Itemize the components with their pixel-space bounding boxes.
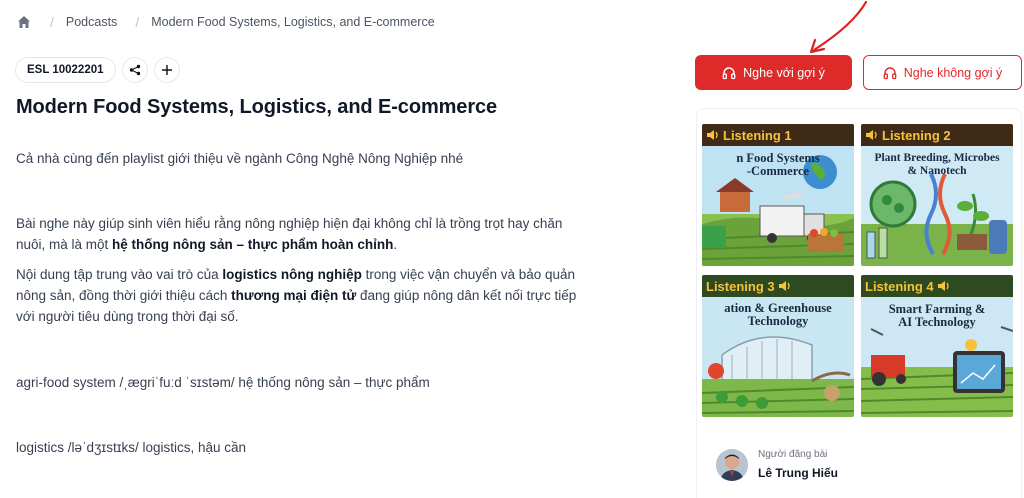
intro-text: Cả nhà cùng đến playlist giới thiệu về n…	[16, 151, 464, 166]
home-icon[interactable]	[16, 14, 32, 30]
breadcrumb-separator: /	[50, 14, 54, 30]
thumbnail-headline: Smart Farming & AI Technology	[888, 302, 986, 329]
plus-icon	[161, 65, 172, 75]
speaker-icon	[937, 281, 949, 291]
playlist-thumbnail-4[interactable]: Listening 4 Smart Farming & AI Technolog…	[861, 275, 1013, 417]
speaker-icon	[707, 130, 718, 140]
thumbnail-headline: n Food Systems -Commerce	[736, 151, 820, 178]
headphones-icon	[722, 66, 736, 79]
author-name[interactable]: Lê Trung Hiếu	[758, 464, 838, 482]
add-button[interactable]	[153, 57, 180, 83]
speaker-icon	[866, 130, 877, 140]
breadcrumb-current: Modern Food Systems, Logistics, and E-co…	[151, 15, 435, 29]
listen-without-hints-label: Nghe không gợi ý	[903, 65, 1003, 80]
annotation-arrow	[809, 0, 868, 54]
vocab-item: agri-food system /ˌæɡriˈfuːd ˈsɪstəm/ hệ…	[16, 375, 430, 390]
playlist-thumbnail-2[interactable]: Listening 2 Plant Breeding, Microbes & N…	[861, 124, 1013, 266]
paragraph-1: Bài nghe này giúp sinh viên hiểu rằng nô…	[16, 216, 563, 252]
share-button[interactable]	[121, 57, 148, 83]
page-title: Modern Food Systems, Logistics, and E-co…	[16, 96, 498, 118]
share-icon	[129, 64, 140, 76]
vocab-item: logistics /ləˈdʒɪstɪks/ logistics, hậu c…	[16, 440, 247, 455]
paragraph-2: Nội dung tập trung vào vai trò của logis…	[16, 267, 577, 324]
avatar[interactable]	[716, 449, 748, 481]
thumbnail-badge: Listening 1	[702, 126, 792, 144]
thumbnail-badge: Listening 2	[861, 126, 951, 144]
headphones-icon	[883, 66, 897, 79]
breadcrumb-separator: /	[135, 14, 140, 30]
thumbnail-headline: ation & Greenhouse Technology	[724, 301, 832, 328]
listen-without-hints-button[interactable]: Nghe không gợi ý	[863, 55, 1022, 90]
author-info: Người đăng bài Lê Trung Hiếu	[716, 448, 838, 482]
breadcrumb: / Podcasts / Modern Food Systems, Logist…	[16, 12, 435, 32]
listen-with-hints-button[interactable]: Nghe với gợi ý	[695, 55, 852, 90]
thumbnail-badge: Listening 4	[861, 277, 951, 295]
speaker-icon	[778, 281, 790, 291]
code-chip: ESL 10022201	[15, 57, 116, 83]
tag-row: ESL 10022201	[15, 57, 180, 83]
thumbnail-headline: Plant Breeding, Microbes & Nanotech	[874, 152, 1000, 177]
playlist-thumbnail-1[interactable]: Listening 1 n Food Systems -Commerce	[702, 124, 854, 266]
listen-with-hints-label: Nghe với gợi ý	[743, 65, 825, 80]
playlist-thumbnail-3[interactable]: Listening 3 ation & Greenhouse Technolog…	[702, 275, 854, 417]
podcast-description: Cả nhà cùng đến playlist giới thiệu về n…	[16, 148, 586, 458]
author-label: Người đăng bài	[758, 449, 828, 460]
thumbnail-badge: Listening 3	[702, 277, 792, 295]
breadcrumb-podcasts[interactable]: Podcasts	[66, 15, 117, 29]
